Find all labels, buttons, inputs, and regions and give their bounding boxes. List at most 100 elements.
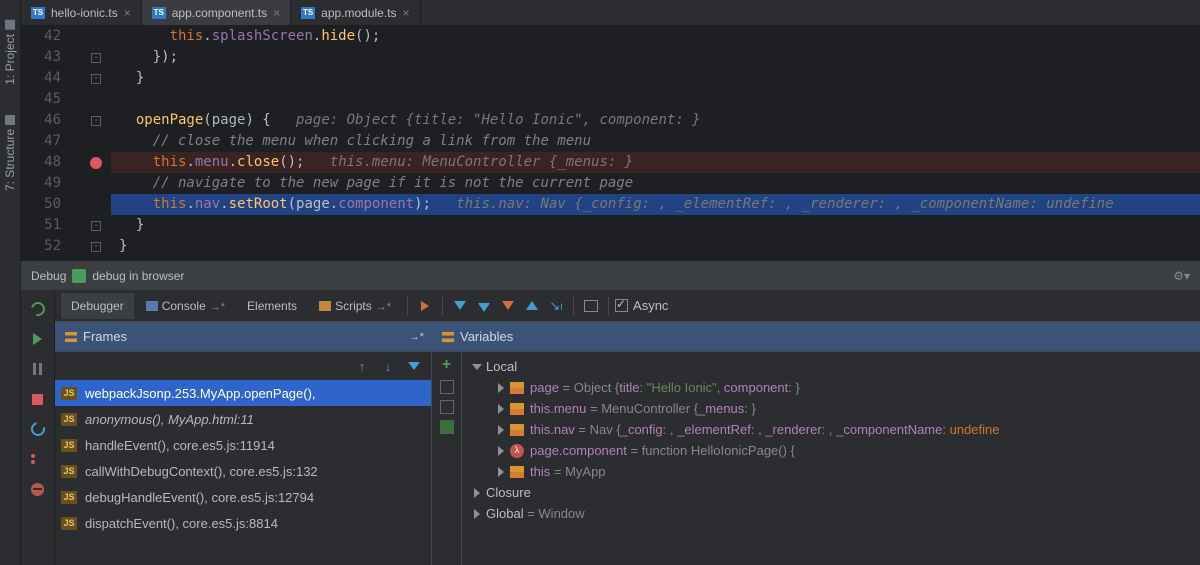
disclosure-icon[interactable] bbox=[498, 404, 504, 414]
stop-button[interactable] bbox=[27, 388, 49, 410]
disclosure-icon[interactable] bbox=[498, 467, 504, 477]
variable-row[interactable]: this.menu = MenuController {_menus: } bbox=[462, 398, 1200, 419]
js-icon: JS bbox=[61, 517, 77, 530]
stack-frame[interactable]: JSwebpackJsonp.253.MyApp.openPage(), bbox=[55, 380, 431, 406]
fold-icon[interactable] bbox=[91, 53, 101, 63]
editor-tab[interactable]: TS app.module.ts × bbox=[291, 0, 420, 25]
scripts-icon bbox=[319, 301, 331, 311]
frame-filter-button[interactable] bbox=[403, 355, 425, 377]
variable-row[interactable]: Global = Window bbox=[462, 503, 1200, 524]
elements-tab[interactable]: Elements bbox=[237, 293, 307, 319]
view-breakpoints-button[interactable] bbox=[27, 448, 49, 470]
export-icon[interactable] bbox=[440, 420, 454, 434]
structure-tool-tab[interactable]: 7: Structure bbox=[3, 115, 17, 191]
variables-tree[interactable]: Localpage = Object {title: "Hello Ionic"… bbox=[462, 352, 1200, 565]
stack-frame[interactable]: JSanonymous(), MyApp.html:11 bbox=[55, 406, 431, 432]
gear-icon[interactable]: ⚙︎▾ bbox=[1173, 269, 1190, 283]
copy-icon[interactable] bbox=[440, 380, 454, 394]
async-checkbox[interactable]: Async bbox=[615, 298, 668, 313]
show-execution-point-button[interactable] bbox=[414, 295, 436, 317]
breakpoints-icon bbox=[31, 454, 45, 464]
project-icon bbox=[5, 20, 15, 30]
disclosure-icon[interactable] bbox=[498, 425, 504, 435]
step-out-button[interactable] bbox=[521, 295, 543, 317]
debug-config-name[interactable]: debug in browser bbox=[92, 269, 184, 283]
force-step-into-button[interactable] bbox=[497, 295, 519, 317]
fold-icon[interactable] bbox=[91, 116, 101, 126]
code-line[interactable]: // navigate to the new page if it is not… bbox=[111, 173, 1200, 194]
code-line[interactable]: openPage(page) { page: Object {title: "H… bbox=[111, 110, 1200, 131]
close-icon[interactable]: × bbox=[403, 6, 410, 20]
step-out-icon bbox=[526, 301, 538, 310]
variables-panel: + Localpage = Object {title: "Hello Ioni… bbox=[432, 352, 1200, 565]
paste-icon[interactable] bbox=[440, 400, 454, 414]
disclosure-icon[interactable] bbox=[472, 364, 482, 370]
run-to-cursor-button[interactable]: ↘I bbox=[545, 295, 567, 317]
evaluate-expression-button[interactable] bbox=[580, 295, 602, 317]
step-into-button[interactable] bbox=[473, 295, 495, 317]
stack-frame[interactable]: JScallWithDebugContext(), core.es5.js:13… bbox=[55, 458, 431, 484]
disclosure-icon[interactable] bbox=[474, 488, 480, 498]
disclosure-icon[interactable] bbox=[498, 446, 504, 456]
variable-row[interactable]: page = Object {title: "Hello Ionic", com… bbox=[462, 377, 1200, 398]
code-line[interactable]: // close the menu when clicking a link f… bbox=[111, 131, 1200, 152]
funnel-icon bbox=[408, 362, 420, 370]
stack-frame[interactable]: JSdispatchEvent(), core.es5.js:8814 bbox=[55, 510, 431, 536]
mute-breakpoints-button[interactable] bbox=[27, 478, 49, 500]
code-editor[interactable]: 4243444546474849505152 this.splashScreen… bbox=[21, 26, 1200, 260]
tab-label: hello-ionic.ts bbox=[51, 6, 118, 20]
debugger-tab[interactable]: Debugger bbox=[61, 293, 134, 319]
step-over-button[interactable] bbox=[449, 295, 471, 317]
console-tab[interactable]: Console→* bbox=[136, 293, 235, 319]
object-icon bbox=[510, 424, 524, 436]
editor-tab[interactable]: TSapp.component.ts× bbox=[142, 0, 291, 25]
fold-icon[interactable] bbox=[91, 74, 101, 84]
mute-icon bbox=[31, 483, 44, 496]
frame-list: JSwebpackJsonp.253.MyApp.openPage(),JSan… bbox=[55, 380, 431, 536]
breakpoint-icon[interactable] bbox=[90, 157, 102, 169]
code-line[interactable] bbox=[111, 89, 1200, 110]
fold-icon[interactable] bbox=[91, 242, 101, 252]
frames-toolbar: ↑ ↓ bbox=[55, 352, 431, 380]
code-line[interactable]: } bbox=[111, 68, 1200, 89]
left-tool-rail: 1: Project 7: Structure bbox=[0, 0, 21, 565]
variable-row[interactable]: this.nav = Nav {_config: , _elementRef: … bbox=[462, 419, 1200, 440]
debug-toolbar: Debugger Console→* Elements Scripts→* ↘I… bbox=[55, 290, 1200, 322]
scripts-tab[interactable]: Scripts→* bbox=[309, 293, 401, 319]
variable-row[interactable]: this = MyApp bbox=[462, 461, 1200, 482]
code-line[interactable]: this.splashScreen.hide(); bbox=[111, 26, 1200, 47]
variable-row[interactable]: Local bbox=[462, 356, 1200, 377]
debug-tool-header: Debug debug in browser ⚙︎▾ bbox=[21, 260, 1200, 290]
frames-detach-icon[interactable]: →* bbox=[409, 331, 424, 343]
variable-row[interactable]: λpage.component = function HelloIonicPag… bbox=[462, 440, 1200, 461]
object-icon bbox=[510, 403, 524, 415]
close-icon[interactable]: × bbox=[273, 6, 280, 20]
variable-row[interactable]: Closure bbox=[462, 482, 1200, 503]
step-into-icon bbox=[478, 303, 490, 312]
code-line[interactable]: } bbox=[111, 236, 1200, 257]
code-line[interactable]: } bbox=[111, 215, 1200, 236]
resume-button[interactable] bbox=[27, 328, 49, 350]
tab-label: app.module.ts bbox=[321, 6, 396, 20]
variables-title: Variables bbox=[460, 329, 513, 344]
disclosure-icon[interactable] bbox=[474, 509, 480, 519]
close-icon[interactable]: × bbox=[124, 6, 131, 20]
pause-button[interactable] bbox=[27, 358, 49, 380]
code-line[interactable]: }); bbox=[111, 47, 1200, 68]
rerun-button[interactable] bbox=[27, 298, 49, 320]
reload-button[interactable] bbox=[27, 418, 49, 440]
typescript-icon: TS bbox=[301, 7, 315, 19]
fold-icon[interactable] bbox=[91, 221, 101, 231]
code-line[interactable]: this.nav.setRoot(page.component); this.n… bbox=[111, 194, 1200, 215]
code-area[interactable]: this.splashScreen.hide(); }); } openPage… bbox=[111, 26, 1200, 260]
add-watch-button[interactable]: + bbox=[442, 356, 451, 374]
editor-tab[interactable]: TShello-ionic.ts× bbox=[21, 0, 142, 25]
code-line[interactable]: this.menu.close(); this.menu: MenuContro… bbox=[111, 152, 1200, 173]
project-tool-tab[interactable]: 1: Project bbox=[3, 20, 17, 85]
frame-down-button[interactable]: ↓ bbox=[377, 355, 399, 377]
stack-frame[interactable]: JSdebugHandleEvent(), core.es5.js:12794 bbox=[55, 484, 431, 510]
disclosure-icon[interactable] bbox=[498, 383, 504, 393]
frame-up-button[interactable]: ↑ bbox=[351, 355, 373, 377]
gutter-icon-strip bbox=[81, 26, 111, 260]
stack-frame[interactable]: JShandleEvent(), core.es5.js:11914 bbox=[55, 432, 431, 458]
